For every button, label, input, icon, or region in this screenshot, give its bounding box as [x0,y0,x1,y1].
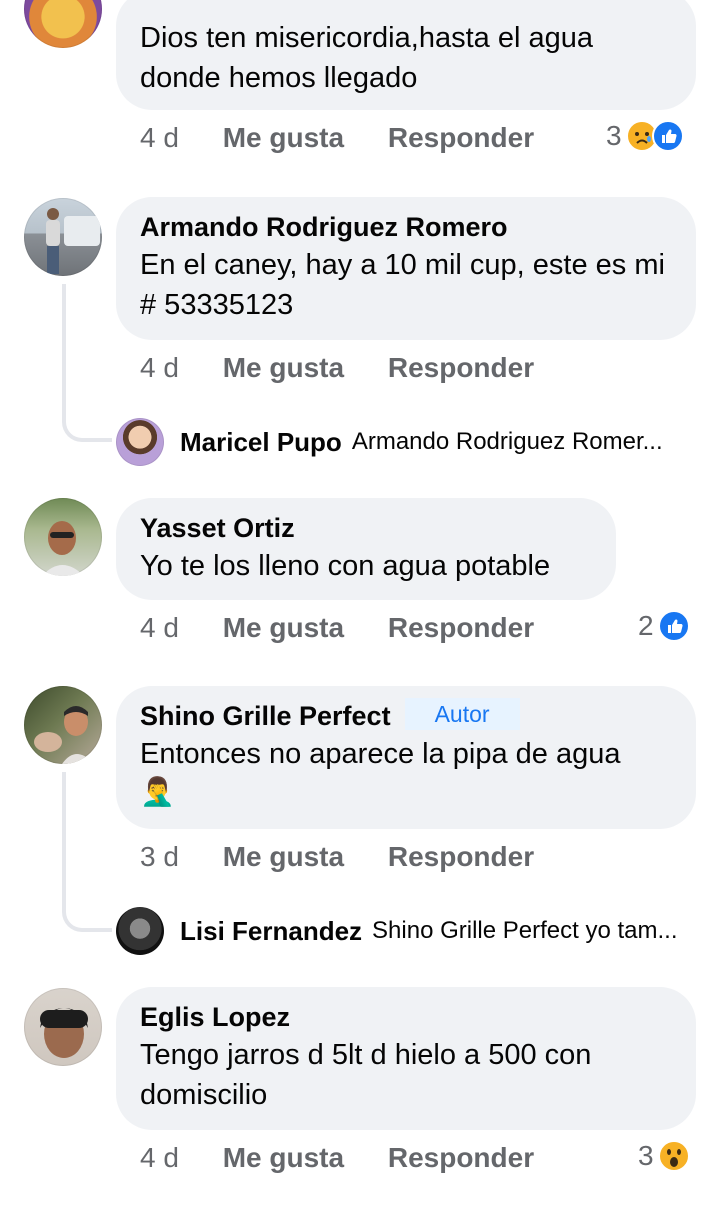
comment-time[interactable]: 4 d [140,352,179,383]
like-icon [651,120,684,152]
comment-author[interactable]: Eglis Lopez [140,999,672,1035]
like-button[interactable]: Me gusta [223,352,344,383]
comment-actions: 4 d Me gusta Responder [140,352,534,384]
comment-text: Yo te los lleno con agua potable [140,550,551,582]
like-button[interactable]: Me gusta [223,122,344,153]
comment-actions: 4 d Me gusta Responder [140,1142,534,1174]
reply-button[interactable]: Responder [388,612,534,643]
reply-button[interactable]: Responder [388,352,534,383]
comment-bubble: Yasset Ortiz Yo te los lleno con agua po… [116,498,616,600]
avatar[interactable] [24,498,102,576]
reaction-count: 3 [606,120,622,151]
avatar [116,418,164,466]
reaction-summary[interactable]: 2 [638,610,690,642]
comment-actions: 4 d Me gusta Responder [140,122,534,154]
reply-author: Lisi Fernandez [180,915,363,946]
like-icon [657,610,690,642]
reply-button[interactable]: Responder [388,841,534,872]
comment-text: Dios ten misericordia,hasta el agua dond… [140,22,593,94]
comment-actions: 3 d Me gusta Responder [140,841,534,873]
author-badge: Autor [404,698,520,730]
reaction-count: 3 [638,1140,654,1171]
comment-bubble: Dios ten misericordia,hasta el agua dond… [116,0,696,110]
comment-text: Tengo jarros d 5lt d hielo a 500 con dom… [140,1039,592,1111]
reply-preview[interactable]: Lisi Fernandez Shino Grille Perfect yo t… [116,907,678,955]
emoji-facepalm: 🤦‍♂️ [140,776,175,807]
like-button[interactable]: Me gusta [223,612,344,643]
reaction-summary[interactable]: 3 [638,1140,690,1172]
comment-time[interactable]: 3 d [140,841,179,872]
reply-snippet: Shino Grille Perfect yo tam... [372,917,678,944]
avatar [116,907,164,955]
avatar[interactable] [24,198,102,276]
reaction-count: 2 [638,610,654,641]
comment-bubble: Armando Rodriguez Romero En el caney, ha… [116,197,696,340]
reply-button[interactable]: Responder [388,122,534,153]
like-button[interactable]: Me gusta [223,1142,344,1173]
reply-thread-line [62,772,112,932]
reply-button[interactable]: Responder [388,1142,534,1173]
comment-time[interactable]: 4 d [140,122,179,153]
comment-author-row: Shino Grille Perfect Autor [140,698,672,734]
comment-actions: 4 d Me gusta Responder [140,612,534,644]
reaction-summary[interactable]: 3 [606,120,684,152]
avatar[interactable] [24,0,102,48]
comment-author[interactable]: Shino Grille Perfect [140,701,391,731]
comment-author[interactable]: Armando Rodriguez Romero [140,209,672,245]
comment-author[interactable]: Yasset Ortiz [140,510,592,546]
comment-bubble: Shino Grille Perfect Autor Entonces no ap… [116,686,696,829]
avatar[interactable] [24,686,102,764]
reply-snippet: Armando Rodriguez Romer... [351,428,663,455]
reply-author: Maricel Pupo [180,426,342,457]
comment-text: En el caney, hay a 10 mil cup, este es m… [140,249,665,321]
like-button[interactable]: Me gusta [223,841,344,872]
wow-icon [657,1140,690,1172]
avatar[interactable] [24,988,102,1066]
reply-preview[interactable]: Maricel Pupo Armando Rodriguez Romer... [116,418,663,466]
comment-time[interactable]: 4 d [140,1142,179,1173]
reply-thread-line [62,284,112,442]
comment-time[interactable]: 4 d [140,612,179,643]
comment-bubble: Eglis Lopez Tengo jarros d 5lt d hielo a… [116,987,696,1130]
comment-text: Entonces no aparece la pipa de agua [140,738,621,770]
